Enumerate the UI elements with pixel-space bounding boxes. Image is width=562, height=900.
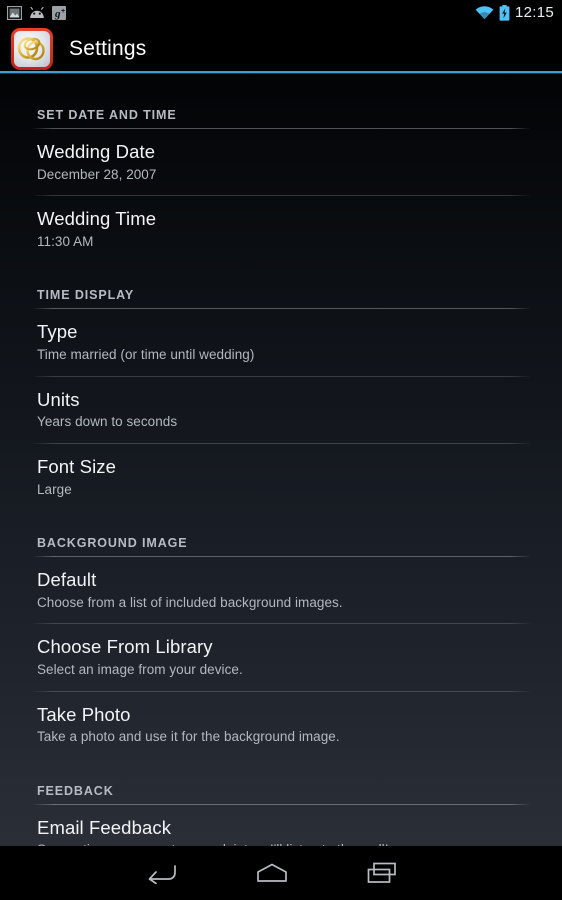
preference-summary: Time married (or time until wedding) (37, 347, 255, 363)
android-head-icon (30, 6, 44, 18)
status-clock: 12:15 (514, 4, 554, 21)
preference-item-email-feedback[interactable]: Email FeedbackSuggestions, comments, com… (0, 805, 562, 846)
preference-title: Take Photo (37, 703, 131, 725)
section-header-label: FEEDBACK (37, 783, 114, 798)
section-header: TIME DISPLAY (0, 262, 562, 308)
status-indicators: 12:15 (475, 4, 554, 21)
back-button[interactable] (107, 846, 217, 900)
preference-item-font-size[interactable]: Font Size Large (0, 444, 562, 510)
preference-summary: December 28, 2007 (37, 166, 157, 182)
preference-item-units[interactable]: Units Years down to seconds (0, 377, 562, 443)
preference-title: Font Size (37, 455, 117, 477)
wedding-rings-app-icon[interactable] (11, 28, 53, 70)
preference-title: Email Feedback (37, 816, 172, 838)
preference-list: SET DATE AND TIME Wedding Date December 28… (0, 74, 562, 846)
home-icon (257, 863, 287, 882)
notification-icons: g + (7, 5, 66, 20)
back-icon (148, 865, 176, 884)
home-button[interactable] (217, 846, 327, 900)
preference-summary: 11:30 AM (37, 233, 94, 249)
action-bar: Settings (0, 25, 562, 73)
preference-title: Type (37, 321, 78, 343)
preference-summary: Select an image from your device. (37, 661, 243, 677)
preference-summary: Choose from a list of included backgroun… (37, 594, 343, 610)
preference-title: Units (37, 388, 80, 410)
svg-text:+: + (61, 8, 65, 15)
preference-item-default-background[interactable]: Default Choose from a list of included ba… (0, 557, 562, 623)
recents-button[interactable] (327, 846, 437, 900)
image-icon (7, 5, 22, 20)
status-bar: g + 12:15 (0, 0, 562, 25)
section-header-label: BACKGROUND IMAGE (37, 536, 188, 551)
wifi-icon (475, 5, 494, 19)
preference-summary: Large (37, 481, 72, 497)
app-icon-face (14, 31, 50, 67)
svg-text:g: g (54, 8, 61, 20)
preference-item-take-photo[interactable]: Take Photo Take a photo and use it for th… (0, 692, 562, 758)
settings-scroll-view[interactable]: SET DATE AND TIME Wedding Date December 28… (0, 74, 562, 846)
section-header: BACKGROUND IMAGE (0, 510, 562, 556)
android-screen: g + 12:15 Settings SET DATE AND TIME Wed… (0, 0, 562, 900)
section-header-label: TIME DISPLAY (37, 288, 135, 303)
preference-item-wedding-date[interactable]: Wedding Date December 28, 2007 (0, 129, 562, 195)
google-plus-icon: g + (52, 5, 66, 20)
preference-item-choose-from-library[interactable]: Choose From Library Select an image from … (0, 624, 562, 690)
page-title: Settings (69, 37, 147, 60)
preference-summary: Years down to seconds (37, 414, 178, 430)
preference-title: Default (37, 569, 97, 591)
navigation-bar (0, 846, 562, 900)
preference-title: Choose From Library (37, 636, 213, 658)
section-header: FEEDBACK (0, 758, 562, 804)
preference-title: Wedding Date (37, 141, 156, 162)
section-header-label: SET DATE AND TIME (37, 108, 177, 122)
preference-item-type[interactable]: Type Time married (or time until wedding) (0, 309, 562, 375)
battery-charging-icon (499, 4, 510, 21)
preference-summary: Take a photo and use it for the backgrou… (37, 729, 340, 745)
preference-title: Wedding Time (37, 208, 157, 230)
section-header: SET DATE AND TIME (0, 74, 562, 128)
recents-icon (367, 862, 396, 883)
wedding-rings-glyph (17, 37, 45, 61)
preference-item-wedding-time[interactable]: Wedding Time 11:30 AM (0, 196, 562, 262)
